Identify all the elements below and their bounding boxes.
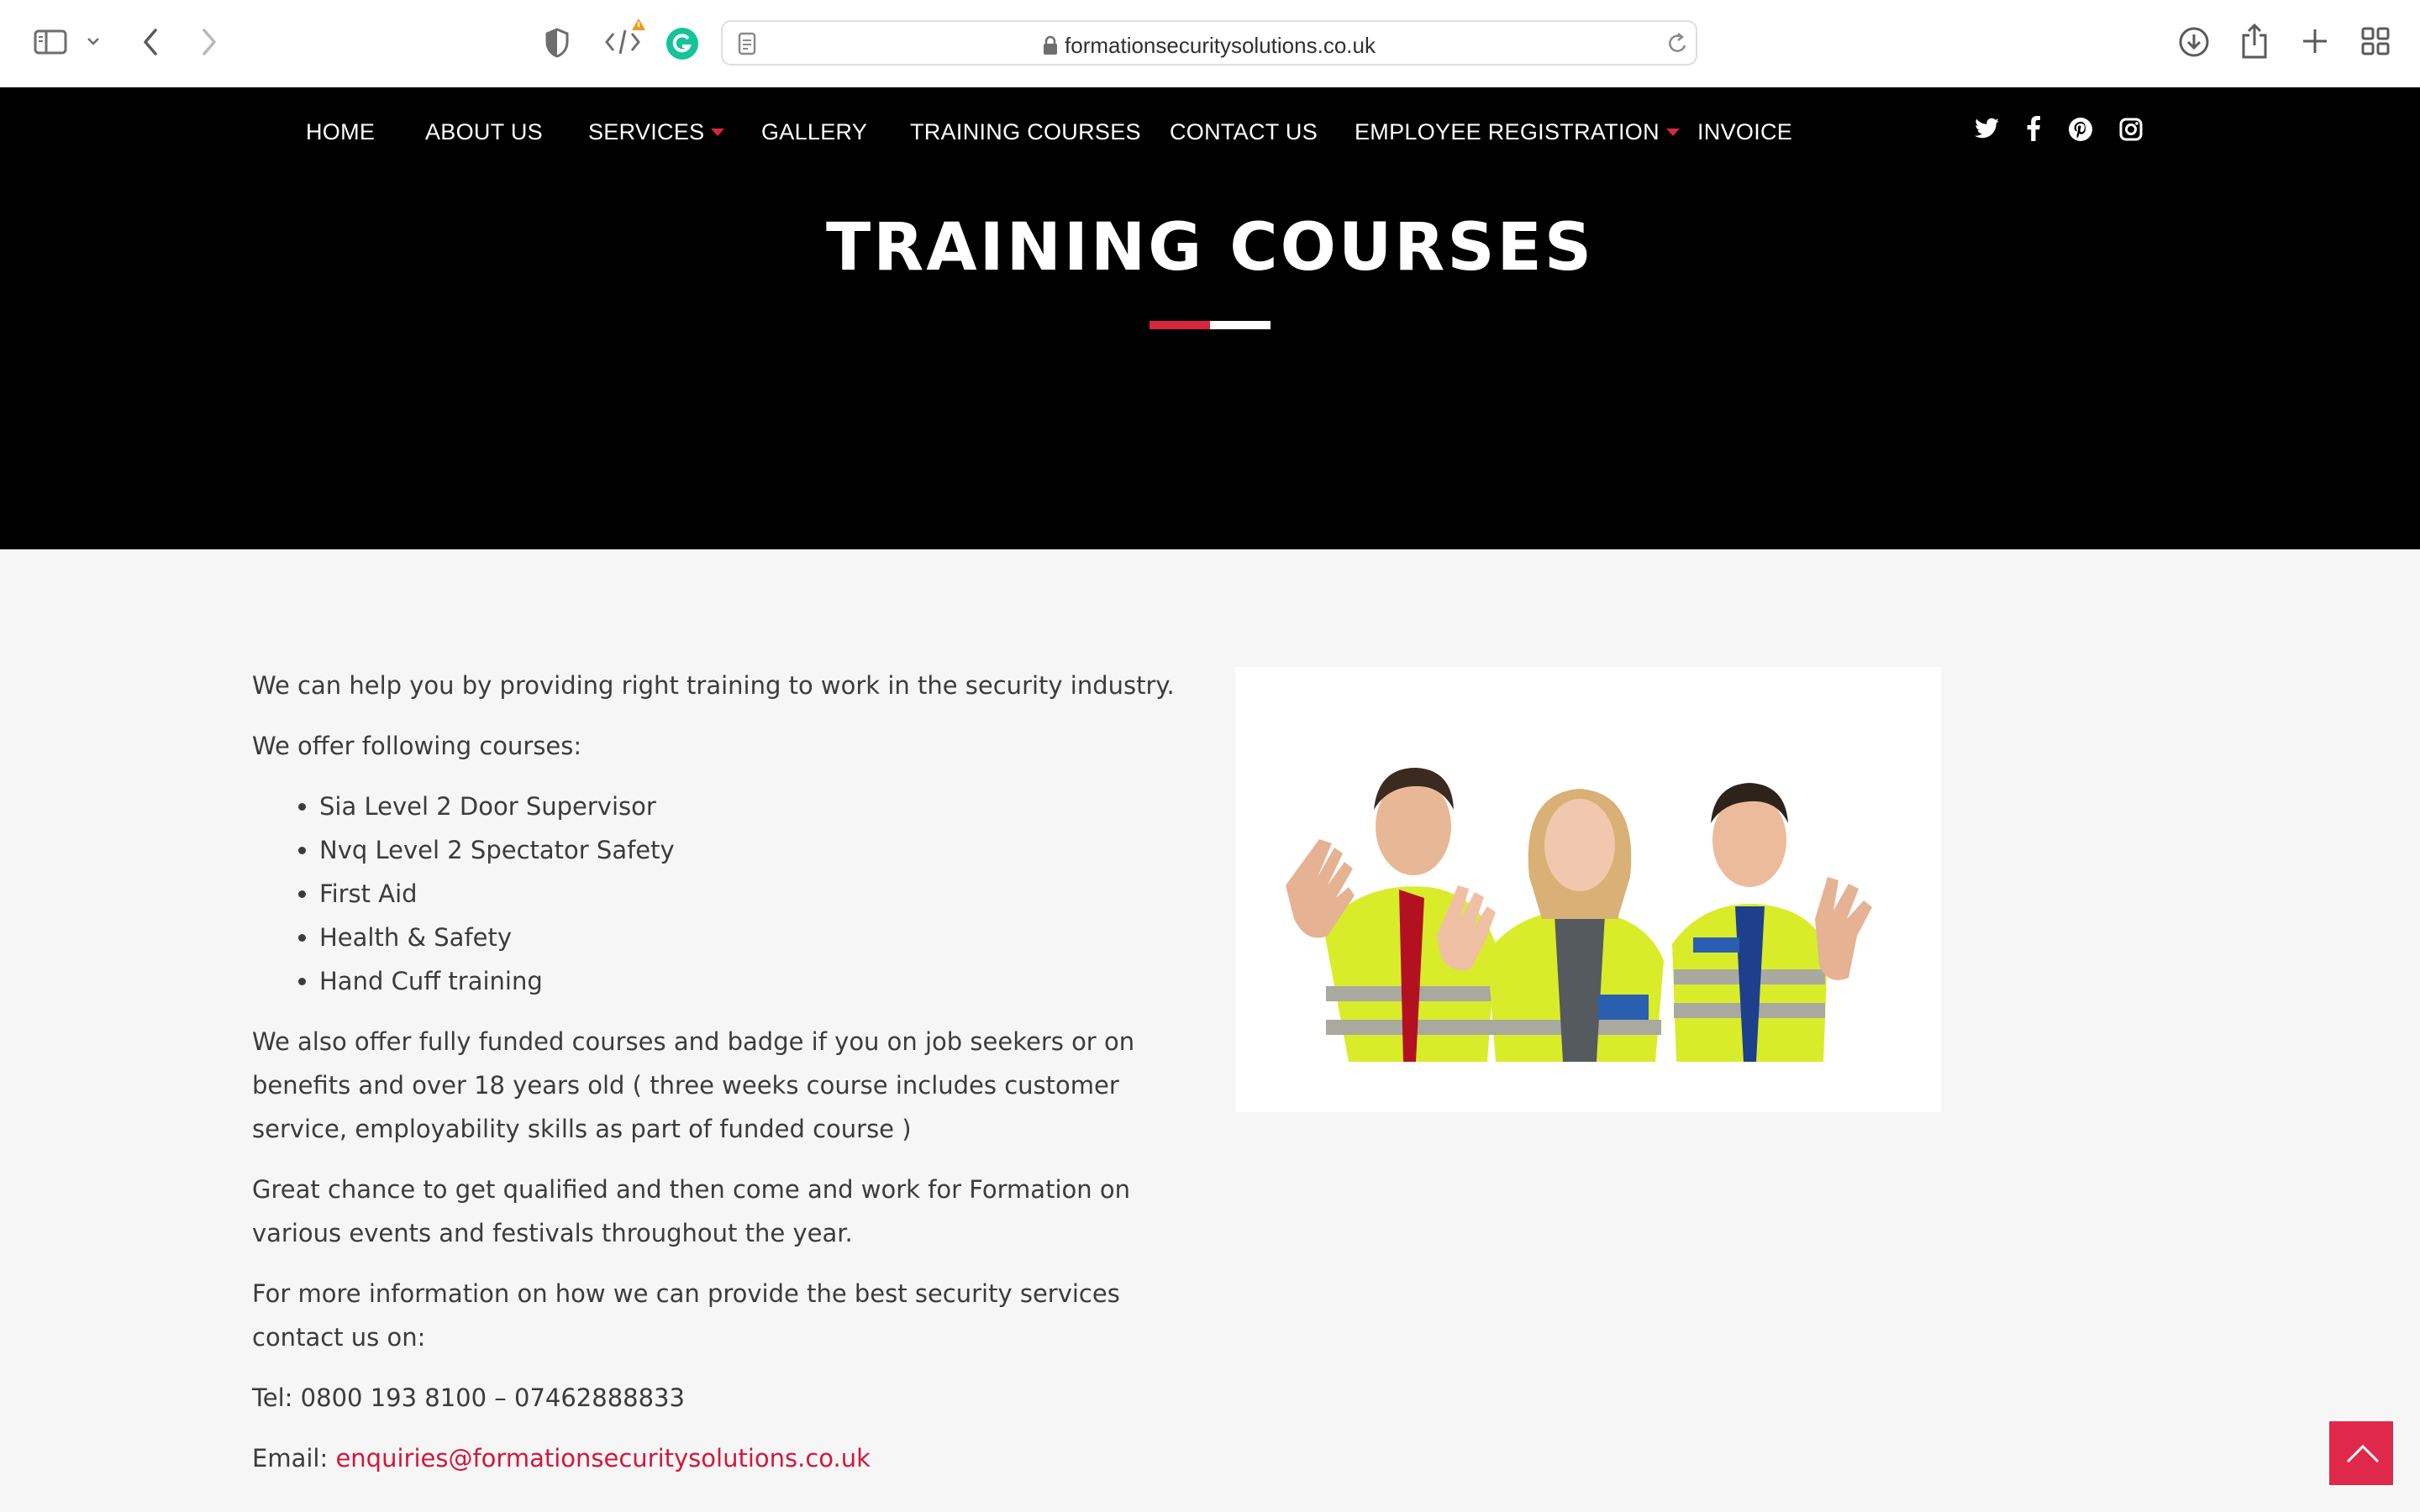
page-header: HOME ABOUT US SERVICES GALLERY TRAINING … xyxy=(0,87,2420,549)
scroll-to-top-button[interactable] xyxy=(2328,1420,2395,1487)
url-display: formationsecuritysolutions.co.uk xyxy=(723,33,1696,59)
intro-text: We can help you by providing right train… xyxy=(252,671,1175,700)
back-icon[interactable] xyxy=(141,27,160,57)
new-tab-icon[interactable] xyxy=(2301,27,2329,55)
underline-white-segment xyxy=(1210,321,1270,329)
reload-icon[interactable] xyxy=(1667,32,1689,55)
chevron-up-icon xyxy=(2346,1444,2380,1463)
nav-services[interactable]: SERVICES xyxy=(588,119,725,145)
grammarly-icon[interactable] xyxy=(666,27,699,60)
url-text: formationsecuritysolutions.co.uk xyxy=(1065,33,1376,58)
nav-invoice[interactable]: INVOICE xyxy=(1697,119,1792,145)
nav-services-label: SERVICES xyxy=(588,119,705,144)
shield-icon[interactable] xyxy=(544,27,570,59)
main-content: We can help you by providing right train… xyxy=(252,664,1193,1497)
nav-home[interactable]: HOME xyxy=(306,119,375,145)
main-navigation: HOME ABOUT US SERVICES GALLERY TRAINING … xyxy=(0,87,2420,180)
page-title: TRAINING COURSES xyxy=(826,210,1594,286)
forward-icon[interactable] xyxy=(200,27,218,57)
nav-training-courses[interactable]: TRAINING COURSES xyxy=(910,119,1141,145)
course-item: First Aid xyxy=(319,872,1193,916)
email-link[interactable]: enquiries@formationsecuritysolutions.co.… xyxy=(335,1444,870,1473)
chevron-down-icon[interactable] xyxy=(86,35,101,47)
funded-courses-text: We also offer fully funded courses and b… xyxy=(252,1027,1135,1143)
twitter-icon[interactable] xyxy=(1975,118,2000,143)
nav-about-us[interactable]: ABOUT US xyxy=(425,119,543,145)
security-staff-photo xyxy=(1235,667,1941,1112)
nav-gallery[interactable]: GALLERY xyxy=(761,119,867,145)
more-info-text: For more information on how we can provi… xyxy=(252,1279,1120,1352)
telephone: Tel: 0800 193 8100 – 07462888833 xyxy=(252,1383,685,1412)
code-icon[interactable] xyxy=(603,17,645,59)
email-line: Email: enquiries@formationsecuritysoluti… xyxy=(252,1436,1193,1480)
title-underline xyxy=(1150,321,1270,329)
nav-contact-us[interactable]: CONTACT US xyxy=(1170,119,1318,145)
download-icon[interactable] xyxy=(2178,26,2210,58)
sidebar-icon[interactable] xyxy=(34,29,67,55)
email-label: Email: xyxy=(252,1444,336,1473)
instagram-icon[interactable] xyxy=(2119,118,2143,144)
facebook-icon[interactable] xyxy=(2027,116,2040,144)
course-list: Sia Level 2 Door Supervisor Nvq Level 2 … xyxy=(252,785,1193,1003)
dropdown-caret-icon xyxy=(711,129,725,136)
dropdown-caret-icon xyxy=(1665,129,1680,136)
course-item: Hand Cuff training xyxy=(319,959,1193,1003)
browser-toolbar: formationsecuritysolutions.co.uk xyxy=(0,0,2420,88)
underline-red-segment xyxy=(1150,321,1210,329)
tab-overview-icon[interactable] xyxy=(2361,27,2390,55)
guard-right xyxy=(1672,783,1872,1062)
nav-employee-registration-label: EMPLOYEE REGISTRATION xyxy=(1355,119,1660,144)
course-item: Nvq Level 2 Spectator Safety xyxy=(319,828,1193,872)
opportunity-text: Great chance to get qualified and then c… xyxy=(252,1175,1130,1247)
pinterest-icon[interactable] xyxy=(2069,118,2092,144)
nav-employee-registration[interactable]: EMPLOYEE REGISTRATION xyxy=(1355,119,1680,145)
address-bar[interactable]: formationsecuritysolutions.co.uk xyxy=(721,20,1697,66)
course-item: Sia Level 2 Door Supervisor xyxy=(319,785,1193,828)
lock-icon xyxy=(1043,35,1058,55)
offer-heading: We offer following courses: xyxy=(252,732,582,760)
course-item: Health & Safety xyxy=(319,916,1193,959)
share-icon[interactable] xyxy=(2240,23,2269,60)
